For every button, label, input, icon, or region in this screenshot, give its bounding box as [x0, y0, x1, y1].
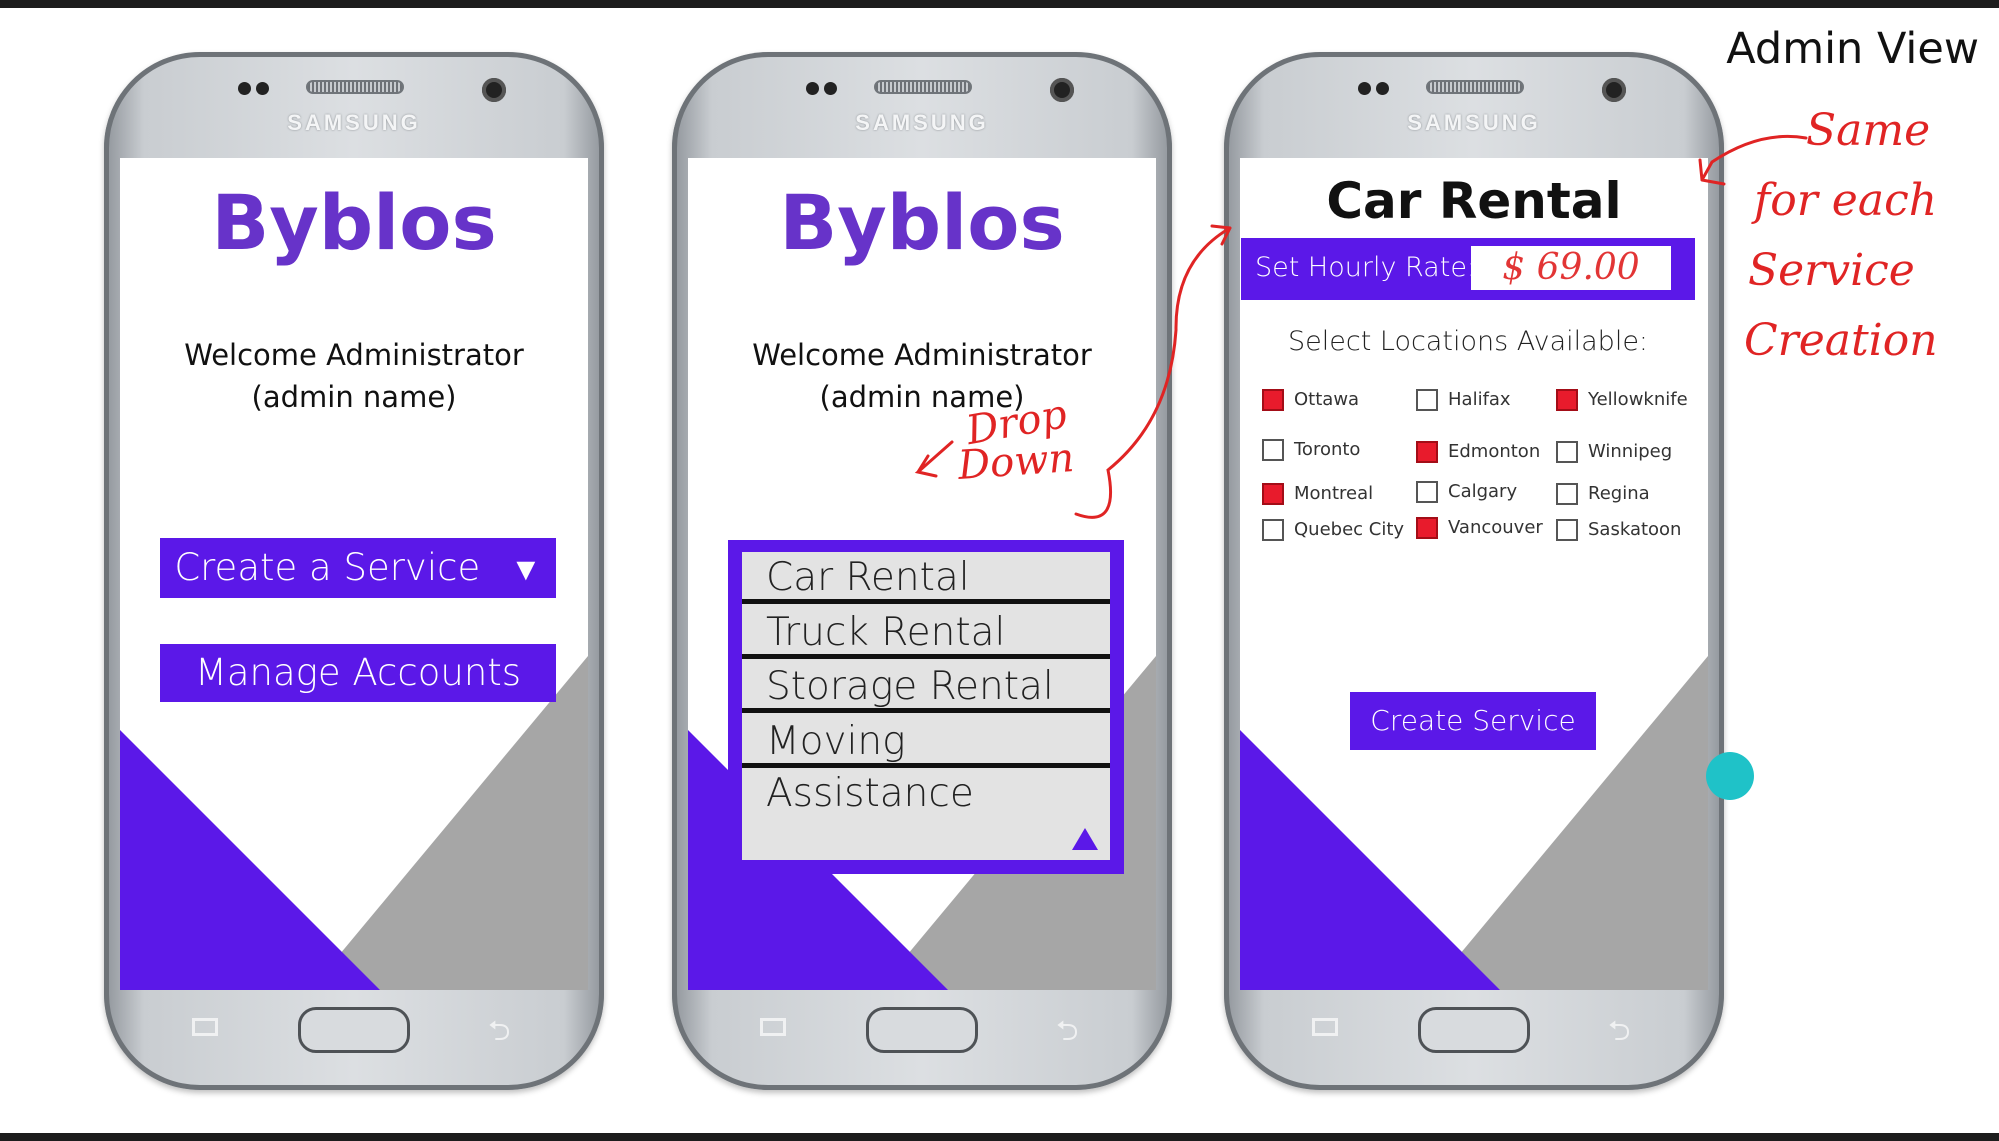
back-icon[interactable]: ⮌ [1056, 1010, 1078, 1058]
location-checkbox-montreal[interactable]: Montreal [1262, 482, 1373, 506]
collapse-arrow-icon[interactable] [1072, 828, 1098, 850]
checkbox[interactable] [1416, 389, 1438, 411]
recent-apps-icon[interactable] [760, 1018, 786, 1036]
location-label: Regina [1588, 483, 1650, 504]
location-checkbox-regina[interactable]: Regina [1556, 482, 1650, 506]
manage-accounts-button[interactable]: Manage Accounts [160, 644, 556, 702]
sensor-icon [806, 82, 842, 100]
checkbox[interactable] [1416, 441, 1438, 463]
sensor-icon [238, 82, 274, 100]
location-label: Yellowknife [1588, 389, 1688, 410]
checkbox[interactable] [1262, 389, 1284, 411]
location-checkbox-yellowknife[interactable]: Yellowknife [1556, 388, 1688, 412]
speaker-grille [1426, 80, 1524, 94]
location-checkbox-quebec-city[interactable]: Quebec City [1262, 518, 1404, 542]
location-label: Montreal [1294, 483, 1374, 504]
location-label: Winnipeg [1588, 441, 1673, 462]
front-camera-icon [482, 78, 506, 102]
recent-apps-icon[interactable] [1312, 1018, 1338, 1036]
home-button[interactable] [1418, 1007, 1530, 1053]
checkbox[interactable] [1262, 439, 1284, 461]
create-service-button[interactable]: Create Service [1350, 692, 1596, 750]
hourly-rate-bar: Set Hourly Rate: $ 69.00 [1241, 238, 1695, 300]
location-checkbox-edmonton[interactable]: Edmonton [1416, 440, 1540, 464]
welcome-message: Welcome Administrator (admin name) [120, 334, 588, 418]
location-label: Quebec City [1294, 519, 1405, 540]
phone-brand: SAMSUNG [855, 110, 989, 135]
annotation-line: Down [956, 435, 1076, 489]
location-label: Toronto [1294, 439, 1361, 460]
recent-apps-icon[interactable] [192, 1018, 218, 1036]
location-checkbox-ottawa[interactable]: Ottawa [1262, 388, 1359, 412]
annotation-line: for each [1754, 175, 1938, 226]
location-checkbox-calgary[interactable]: Calgary [1416, 480, 1517, 504]
phone-screen: Byblos Welcome Administrator (admin name… [688, 158, 1156, 990]
annotation-line: Creation [1744, 315, 1938, 366]
create-service-dropdown[interactable]: Create a Service ▼ [160, 538, 556, 598]
annotation-line: Same [1806, 105, 1931, 156]
welcome-line: Welcome Administrator [184, 338, 524, 372]
annotation-line: Service [1748, 245, 1915, 296]
option-car-rental[interactable]: Car Rental [742, 552, 1110, 604]
checkbox[interactable] [1262, 483, 1284, 505]
drop-down-annotation: Drop Down [957, 391, 1076, 489]
hourly-rate-label: Set Hourly Rate: [1255, 252, 1477, 283]
service-dropdown-menu: Car Rental Truck Rental Storage Rental M… [728, 540, 1124, 874]
location-checkbox-halifax[interactable]: Halifax [1416, 388, 1511, 412]
hourly-rate-input[interactable]: $ 69.00 [1471, 246, 1671, 290]
welcome-line: Welcome Administrator [752, 338, 1092, 372]
speaker-grille [874, 80, 972, 94]
option-storage-rental[interactable]: Storage Rental [742, 661, 1110, 713]
location-label: Saskatoon [1588, 519, 1682, 540]
back-icon[interactable]: ⮌ [1608, 1010, 1630, 1058]
phone-screen: Car Rental Set Hourly Rate: $ 69.00 Sele… [1240, 158, 1708, 990]
front-camera-icon [1050, 78, 1074, 102]
checkbox[interactable] [1556, 519, 1578, 541]
top-border [0, 0, 1999, 8]
location-checkbox-winnipeg[interactable]: Winnipeg [1556, 440, 1672, 464]
location-label: Halifax [1448, 389, 1511, 410]
phone-car-rental-screen: SAMSUNG Car Rental Set Hourly Rate: $ 69… [1224, 52, 1724, 1090]
checkbox[interactable] [1416, 517, 1438, 539]
phone-dropdown-screen: SAMSUNG Byblos Welcome Administrator (ad… [672, 52, 1172, 1090]
cursor-dot [1706, 752, 1754, 800]
screen-title: Car Rental [1326, 172, 1622, 230]
phone-brand: SAMSUNG [1407, 110, 1541, 135]
home-button[interactable] [298, 1007, 410, 1053]
option-truck-rental[interactable]: Truck Rental [742, 607, 1110, 659]
create-service-label: Create a Service [174, 546, 481, 589]
location-label: Ottawa [1294, 389, 1360, 410]
dropdown-list: Car Rental Truck Rental Storage Rental M… [742, 552, 1110, 860]
home-button[interactable] [866, 1007, 978, 1053]
page-title: Admin View [1726, 24, 1979, 74]
location-label: Vancouver [1448, 517, 1543, 538]
location-label: Calgary [1448, 481, 1518, 502]
back-icon[interactable]: ⮌ [488, 1010, 510, 1058]
location-checkbox-saskatoon[interactable]: Saskatoon [1556, 518, 1681, 542]
speaker-grille [306, 80, 404, 94]
chevron-down-icon: ▼ [509, 550, 542, 588]
admin-name: (admin name) [251, 380, 457, 414]
option-moving-assistance[interactable]: Moving Assistance [742, 716, 1110, 816]
checkbox[interactable] [1416, 481, 1438, 503]
locations-heading: Select Locations Available: [1288, 326, 1649, 357]
checkbox[interactable] [1556, 389, 1578, 411]
phone-brand: SAMSUNG [287, 110, 421, 135]
checkbox[interactable] [1556, 441, 1578, 463]
app-title: Byblos [211, 178, 497, 267]
checkbox[interactable] [1262, 519, 1284, 541]
location-checkbox-vancouver[interactable]: Vancouver [1416, 516, 1543, 540]
checkbox[interactable] [1556, 483, 1578, 505]
same-for-each-annotation: Same for each Service Creation [1744, 96, 1938, 376]
sensor-icon [1358, 82, 1394, 100]
location-label: Edmonton [1448, 441, 1541, 462]
app-title: Byblos [779, 178, 1065, 267]
welcome-message: Welcome Administrator (admin name) [688, 334, 1156, 418]
bottom-border [0, 1133, 1999, 1141]
phone-home-screen: SAMSUNG Byblos Welcome Administrator (ad… [104, 52, 604, 1090]
front-camera-icon [1602, 78, 1626, 102]
phone-screen: Byblos Welcome Administrator (admin name… [120, 158, 588, 990]
admin-name: (admin name) [819, 380, 1025, 414]
location-checkbox-toronto[interactable]: Toronto [1262, 438, 1360, 462]
